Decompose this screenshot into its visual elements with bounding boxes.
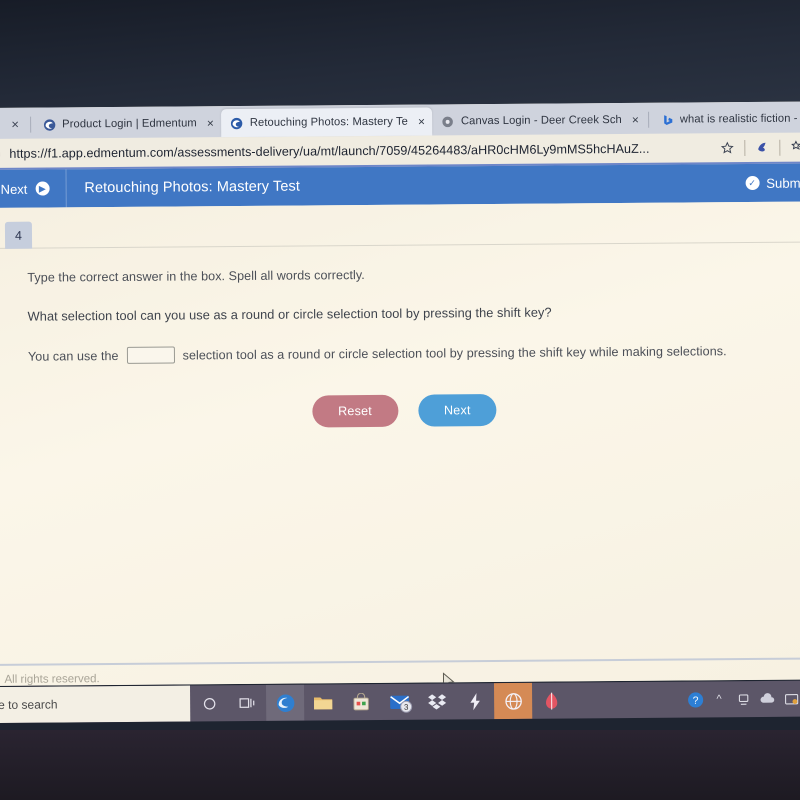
help-icon[interactable]: ? [684, 681, 706, 717]
browser-tab-canvas-login[interactable]: Canvas Login - Deer Creek Sch × [432, 106, 646, 136]
edge-icon [230, 116, 244, 130]
cortana-icon[interactable] [190, 685, 228, 721]
network-icon[interactable] [732, 681, 754, 717]
dropbox-icon[interactable] [418, 683, 456, 719]
check-circle-icon: ✓ [745, 175, 760, 191]
submit-label: Subm [766, 175, 800, 191]
windows-taskbar: e to search 3 ? ^ [0, 680, 800, 723]
desktop-background-bottom [0, 730, 800, 800]
header-next-button[interactable]: Next ▶ [0, 169, 67, 208]
header-next-label: Next [0, 181, 28, 197]
taskbar-icon-group: 3 [190, 682, 570, 721]
system-tray: ? ^ [684, 681, 800, 718]
cloud-icon[interactable] [756, 681, 778, 717]
tab-close-icon[interactable]: × [207, 116, 214, 130]
browser-tab-strip: × Product Login | Edmentum × Retouching … [0, 101, 800, 139]
svg-text:?: ? [692, 695, 698, 706]
browser-window: × Product Login | Edmentum × Retouching … [0, 101, 800, 686]
star-icon[interactable] [716, 137, 738, 159]
task-view-icon[interactable] [228, 685, 266, 721]
browser-tab-bing-search[interactable]: what is realistic fiction - Bing × [651, 104, 800, 134]
tab-close-icon[interactable]: × [418, 115, 425, 129]
question-number-tab[interactable]: 4 [4, 221, 33, 249]
microsoft-store-icon[interactable] [342, 684, 380, 720]
tab-close-icon-leading[interactable]: × [2, 110, 28, 139]
browser-tab-label: Canvas Login - Deer Creek Sch [460, 114, 622, 128]
question-content: Type the correct answer in the box. Spel… [0, 242, 800, 429]
edge-icon[interactable] [265, 684, 305, 721]
lock-icon [0, 144, 3, 162]
action-button-row: Reset Next [28, 392, 780, 430]
assessment-body: 4 Type the correct answer in the box. Sp… [0, 201, 800, 686]
tab-close-icon[interactable]: × [632, 113, 639, 127]
question-prompt: What selection tool can you use as a rou… [27, 304, 552, 324]
browser-tab-label: Retouching Photos: Mastery Te [249, 115, 409, 129]
show-hidden-icons-icon[interactable]: ^ [708, 681, 730, 717]
question-instruction: Type the correct answer in the box. Spel… [27, 268, 365, 285]
lightning-app-icon[interactable] [456, 683, 494, 719]
browser-tab-label: Product Login | Edmentum [62, 117, 197, 131]
edge-icon [42, 117, 56, 131]
browser-tab-label: what is realistic fiction - Bing [679, 112, 800, 126]
collections-icon[interactable] [751, 136, 773, 158]
mail-unread-badge: 3 [400, 700, 413, 713]
next-button[interactable]: Next [417, 393, 497, 427]
tab-divider [30, 116, 32, 133]
mail-icon[interactable]: 3 [380, 684, 418, 720]
url-input[interactable]: https://f1.app.edmentum.com/assessments-… [9, 141, 710, 160]
favorites-list-icon[interactable] [786, 136, 800, 158]
bing-icon [660, 113, 674, 127]
arrow-right-circle-icon: ▶ [35, 181, 50, 196]
red-app-icon[interactable] [532, 682, 570, 718]
tab-divider [647, 111, 649, 128]
screen-photo: × Product Login | Edmentum × Retouching … [0, 0, 800, 800]
answer-prefix-text: You can use the [27, 348, 119, 364]
desktop-background-top [0, 0, 800, 110]
toolbar-divider [779, 139, 781, 156]
assessment-header: Next ▶ Retouching Photos: Mastery Test ✓… [0, 163, 800, 208]
browser-tab-product-login[interactable]: Product Login | Edmentum × [33, 109, 221, 138]
reset-button[interactable]: Reset [311, 394, 399, 428]
browser-tab-retouching-photos[interactable]: Retouching Photos: Mastery Te × [220, 107, 433, 138]
canvas-icon [441, 114, 455, 128]
page-title: Retouching Photos: Mastery Test [84, 178, 301, 197]
answer-input[interactable] [126, 346, 175, 364]
globe-browser-icon[interactable] [493, 682, 533, 720]
answer-suffix-text: selection tool as a round or circle sele… [182, 343, 727, 362]
fill-in-the-blank-row: You can use the selection tool as a roun… [28, 342, 780, 365]
taskbar-search-input[interactable]: e to search [0, 685, 191, 723]
onedrive-icon[interactable] [780, 681, 800, 717]
submit-button[interactable]: ✓ Subm [745, 175, 800, 191]
file-explorer-icon[interactable] [304, 684, 342, 720]
toolbar-divider [744, 139, 746, 156]
